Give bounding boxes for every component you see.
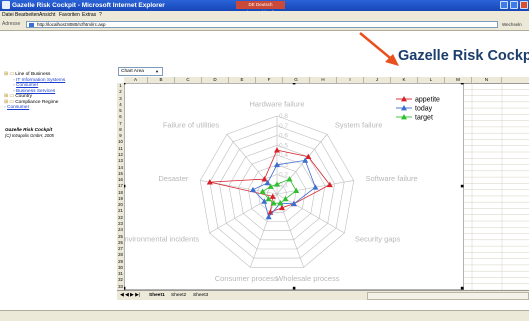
menu-extras[interactable]: Extras [82,11,96,19]
selection-handle[interactable] [124,83,126,85]
navigation-tree: ⊞ ▭ Line of Business ▫ IT Information Sys… [4,72,112,111]
name-box-value: Chart Area [121,69,144,74]
copyright-text: (C) Intrapolis GmbH, 2005 [5,133,54,138]
category-label: Security gaps [355,235,401,244]
status-bar [0,310,529,321]
tree-item-label: Business Services [16,88,56,94]
tree-item-label: Country [15,94,33,99]
legend-label: today [415,106,433,113]
axis-tick-label: 0.8 [279,113,288,120]
selection-handle[interactable] [460,83,464,85]
chevron-down-icon[interactable]: ▼ [155,68,159,75]
menu-datei[interactable]: Datei [2,11,14,19]
sheet-tab-bar: ◀ ◀ ▶ ▶| Sheet1 Sheet2 Sheet3 [117,290,529,300]
ie-app-icon [2,1,10,9]
go-button[interactable]: Wechseln [502,21,529,28]
category-label: Desaster [158,174,189,183]
radar-chart[interactable]: 0.1 0.2 0.3 0.4 0.5 0.6 0.7 0.8 Hardware failure… [124,83,464,290]
tab-sheet2[interactable]: Sheet2 [171,292,186,299]
tree-item-label: Consumer [7,105,30,110]
menu-ansicht[interactable]: Ansicht [39,11,55,19]
selection-handle[interactable] [124,286,126,290]
name-box[interactable]: Chart Area ▼ [118,67,163,76]
category-label: Wholesale process [276,274,340,283]
tree-item-label: Compliance Regime [15,99,59,105]
menu-bar: Datei Bearbeiten Ansicht Favoriten Extra… [0,11,529,19]
category-label: Failure of utilities [163,121,220,130]
page-title: Gazelle Risk Cockpit [398,48,529,64]
legend-label: target [415,115,433,122]
axis-tick-label: 0.4 [279,152,288,159]
axis-tick-label: 0.3 [279,162,288,169]
selection-handle[interactable] [292,83,296,85]
axis-tick-label: 0.5 [279,142,288,149]
maximize-button[interactable] [510,1,518,9]
selection-handle[interactable] [292,286,296,290]
axis-tick-label: 0.6 [279,133,288,140]
tree-item[interactable]: ▫ Consumer [4,105,112,111]
selection-handle[interactable] [460,286,464,290]
axis-tick-label: 0.1 [279,181,288,188]
category-label: Hardware failure [249,100,304,109]
language-indicator[interactable]: DE Deutsch (Deutschland) [236,1,285,15]
category-label: System failure [335,121,383,130]
address-label: Adresse [2,21,21,27]
selection-handle[interactable] [124,184,126,188]
address-bar: Adresse http://localhost:8080/rcfhtml/rc… [0,19,529,31]
axis-tick-label: 0.7 [279,123,288,130]
folder-icon: ⊞ ▭ [4,99,16,105]
address-input[interactable]: http://localhost:8080/rcfhtml/rc.asp [26,21,498,28]
tree-item-label: Consumer [16,83,39,88]
tab-sheet3[interactable]: Sheet3 [193,292,208,299]
folder-open-icon: ⊞ ▭ [4,72,16,77]
close-button[interactable] [520,1,528,9]
tree-item-label: IT Information Systems [16,77,66,83]
selection-handle[interactable] [460,184,464,188]
minimize-button[interactable] [500,1,508,9]
folder-icon: ⊞ ▭ [4,94,16,99]
window-title-bar: Gazelle Risk Cockpit - Microsoft Interne… [0,0,529,15]
legend-label: appetite [415,97,440,104]
tab-nav-icon[interactable]: ◀ ◀ ▶ ▶| [120,292,140,299]
menu-help[interactable]: ? [99,11,102,19]
category-label: Consumer process [215,274,278,283]
tab-sheet1[interactable]: Sheet1 [149,292,165,299]
axis-tick-label: 0.2 [279,172,288,179]
category-label: Software failure [366,174,418,183]
page-icon [29,23,34,27]
window-title: Gazelle Risk Cockpit - Microsoft Interne… [12,2,165,9]
category-label: Environmental incidents [124,235,199,244]
menu-favoriten[interactable]: Favoriten [59,11,80,19]
address-url: http://localhost:8080/rcfhtml/rc.asp [37,22,106,27]
menu-bearbeiten[interactable]: Bearbeiten [15,11,39,19]
tree-item-label: Line of Business [15,72,51,77]
horizontal-scrollbar[interactable] [367,292,529,300]
